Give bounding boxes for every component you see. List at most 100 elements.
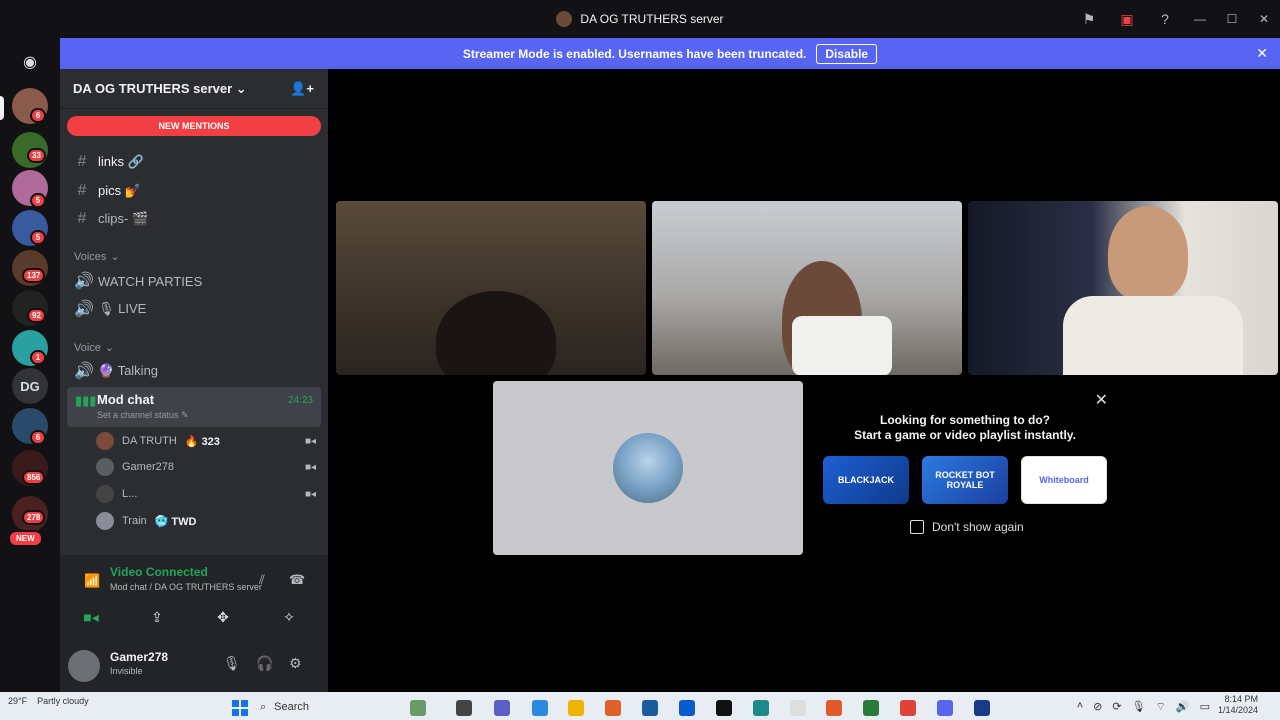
server-indicator bbox=[0, 96, 4, 120]
battery-icon[interactable]: ▭ bbox=[1200, 700, 1210, 714]
channel-clips[interactable]: # clips- 🎬 bbox=[74, 208, 149, 230]
app-icon[interactable] bbox=[863, 700, 879, 716]
microphone-icon[interactable]: 🎙 bbox=[223, 655, 241, 672]
server-badge: 278 bbox=[22, 510, 46, 525]
rtc-channel[interactable]: Mod chat / DA OG TRUTHERS server bbox=[110, 582, 262, 592]
app-icon[interactable] bbox=[790, 700, 806, 716]
disable-streamer-mode-button[interactable]: Disable bbox=[816, 43, 878, 64]
own-video-tile[interactable] bbox=[493, 381, 803, 555]
app-icon[interactable] bbox=[456, 700, 472, 716]
screen-share-icon[interactable]: ▣ bbox=[1108, 0, 1146, 38]
server-badge: 6 bbox=[30, 430, 46, 445]
maximize-button[interactable]: ☐ bbox=[1216, 0, 1248, 38]
avatar[interactable] bbox=[68, 650, 100, 682]
app-icon[interactable] bbox=[753, 700, 769, 716]
video-tile[interactable] bbox=[968, 201, 1278, 375]
close-icon[interactable]: ✕ bbox=[1095, 390, 1108, 410]
screen-share-button[interactable]: ⇪ bbox=[126, 604, 188, 630]
invite-people-icon[interactable]: 👤+ bbox=[290, 81, 314, 97]
disconnect-icon[interactable]: ☎ bbox=[289, 572, 305, 588]
voice-channel-live[interactable]: 🔊 🎙 LIVE bbox=[74, 298, 146, 320]
channel-label: pics 💅 bbox=[98, 183, 141, 198]
active-voice-channel[interactable]: ▮▮▮ Mod chat Set a channel status ✎ 24:2… bbox=[67, 387, 321, 427]
channel-pics[interactable]: # pics 💅 bbox=[74, 180, 141, 202]
category-voices[interactable]: Voices ⌄ bbox=[74, 250, 120, 264]
category-voice[interactable]: Voice ⌄ bbox=[74, 341, 114, 355]
camera-button[interactable]: ■◂ bbox=[60, 604, 122, 630]
server-icon-dg[interactable]: DG bbox=[12, 368, 48, 404]
tray-icon[interactable]: ⟳ bbox=[1112, 700, 1121, 714]
channel-status[interactable]: Set a channel status ✎ bbox=[97, 410, 189, 421]
voice-user[interactable]: Train 🥶 TWD bbox=[96, 510, 316, 532]
app-icon[interactable] bbox=[974, 700, 990, 716]
activities-button[interactable]: ✥ bbox=[192, 604, 254, 630]
voice-user[interactable]: Gamer278 ■◂ bbox=[96, 456, 316, 478]
activity-rocket-bot-royale[interactable]: ROCKET BOT ROYALE bbox=[922, 456, 1008, 504]
taskbar-search[interactable]: ⌕ Search bbox=[260, 696, 400, 718]
voice-user[interactable]: L... ■◂ bbox=[96, 483, 316, 505]
noise-suppression-icon[interactable]: ⫽ bbox=[259, 572, 265, 588]
voice-user[interactable]: DA TRUTH 🔥 323 ■◂ bbox=[96, 430, 316, 452]
app-icon[interactable] bbox=[568, 700, 584, 716]
title-bar: DA OG TRUTHERS server ⚑ ▣ ? — ☐ ✕ bbox=[0, 0, 1280, 38]
server-header[interactable]: DA OG TRUTHERS server ⌄ 👤+ bbox=[60, 69, 328, 109]
headphones-icon[interactable]: 🎧 bbox=[256, 655, 273, 672]
app-icon[interactable] bbox=[532, 700, 548, 716]
signal-icon[interactable]: 📶 bbox=[84, 573, 100, 589]
home-button[interactable]: ◉ bbox=[12, 44, 48, 80]
avatar bbox=[96, 458, 114, 476]
gear-icon[interactable]: ⚙ bbox=[289, 655, 302, 672]
activity-subheading: Start a game or video playlist instantly… bbox=[854, 428, 1076, 442]
app-icon[interactable] bbox=[605, 700, 621, 716]
start-button[interactable] bbox=[232, 700, 248, 716]
dont-show-checkbox[interactable] bbox=[910, 520, 924, 534]
system-tray[interactable]: ˄ ⊘ ⟳ 🎙 ⌔ 🔊 ▭ bbox=[1077, 700, 1210, 714]
clock[interactable]: 8:14 PM 1/14/2024 bbox=[1218, 694, 1258, 716]
weather-widget[interactable]: 29°F Partly cloudy bbox=[8, 696, 89, 706]
new-mentions-pill[interactable]: NEW MENTIONS bbox=[67, 116, 321, 136]
app-icon[interactable] bbox=[900, 700, 916, 716]
rtc-status[interactable]: Video Connected bbox=[110, 565, 208, 579]
activity-blackjack[interactable]: BLACKJACK bbox=[823, 456, 909, 504]
channel-label: clips- 🎬 bbox=[98, 211, 149, 226]
speaker-icon: 🔊 bbox=[74, 273, 94, 290]
voice-channel-watch-parties[interactable]: 🔊 WATCH PARTIES bbox=[74, 270, 202, 292]
speaker-icon: 🔊 bbox=[74, 301, 94, 318]
voice-channel-talking[interactable]: 🔊 🔮 Talking bbox=[74, 360, 158, 382]
app-icon[interactable] bbox=[679, 700, 695, 716]
search-icon: ⌕ bbox=[260, 700, 267, 713]
avatar bbox=[96, 485, 114, 503]
chevron-up-icon[interactable]: ˄ bbox=[1077, 700, 1083, 714]
activity-whiteboard[interactable]: Whiteboard bbox=[1021, 456, 1107, 504]
chevron-down-icon: ⌄ bbox=[110, 251, 120, 263]
app-icon[interactable] bbox=[642, 700, 658, 716]
activity-label: Whiteboard bbox=[1039, 475, 1089, 485]
voice-activity-icon: ▮▮▮ bbox=[75, 393, 97, 408]
channel-links[interactable]: # links 🔗 bbox=[74, 151, 144, 173]
minimize-button[interactable]: — bbox=[1184, 0, 1216, 38]
server-badge: 33 bbox=[27, 148, 46, 163]
channel-label: 🎙 LIVE bbox=[98, 301, 147, 316]
new-badge[interactable]: NEW bbox=[8, 530, 43, 547]
wifi-icon[interactable]: ⌔ bbox=[1156, 700, 1166, 714]
avatar bbox=[613, 433, 683, 503]
video-tile[interactable] bbox=[336, 201, 646, 375]
close-icon[interactable]: ✕ bbox=[1256, 45, 1268, 62]
microphone-icon[interactable]: 🎙 bbox=[1132, 700, 1146, 714]
dont-show-again[interactable]: Don't show again bbox=[910, 520, 1024, 534]
app-icon[interactable] bbox=[826, 700, 842, 716]
app-icon[interactable] bbox=[716, 700, 732, 716]
tray-icon[interactable]: ⊘ bbox=[1093, 700, 1102, 714]
user-name[interactable]: Gamer278 bbox=[110, 650, 168, 664]
app-icon[interactable] bbox=[494, 700, 510, 716]
voice-user-name: DA TRUTH bbox=[122, 435, 177, 447]
volume-icon[interactable]: 🔊 bbox=[1176, 700, 1190, 714]
help-icon[interactable]: ? bbox=[1146, 0, 1184, 38]
video-tile[interactable] bbox=[652, 201, 962, 375]
app-icon[interactable] bbox=[410, 700, 426, 716]
soundboard-button[interactable]: ✧ bbox=[258, 604, 320, 630]
discord-app-icon[interactable] bbox=[937, 700, 953, 716]
close-window-button[interactable]: ✕ bbox=[1248, 0, 1280, 38]
flag-icon[interactable]: ⚑ bbox=[1070, 0, 1108, 38]
voice-user-name: Train bbox=[122, 515, 147, 527]
